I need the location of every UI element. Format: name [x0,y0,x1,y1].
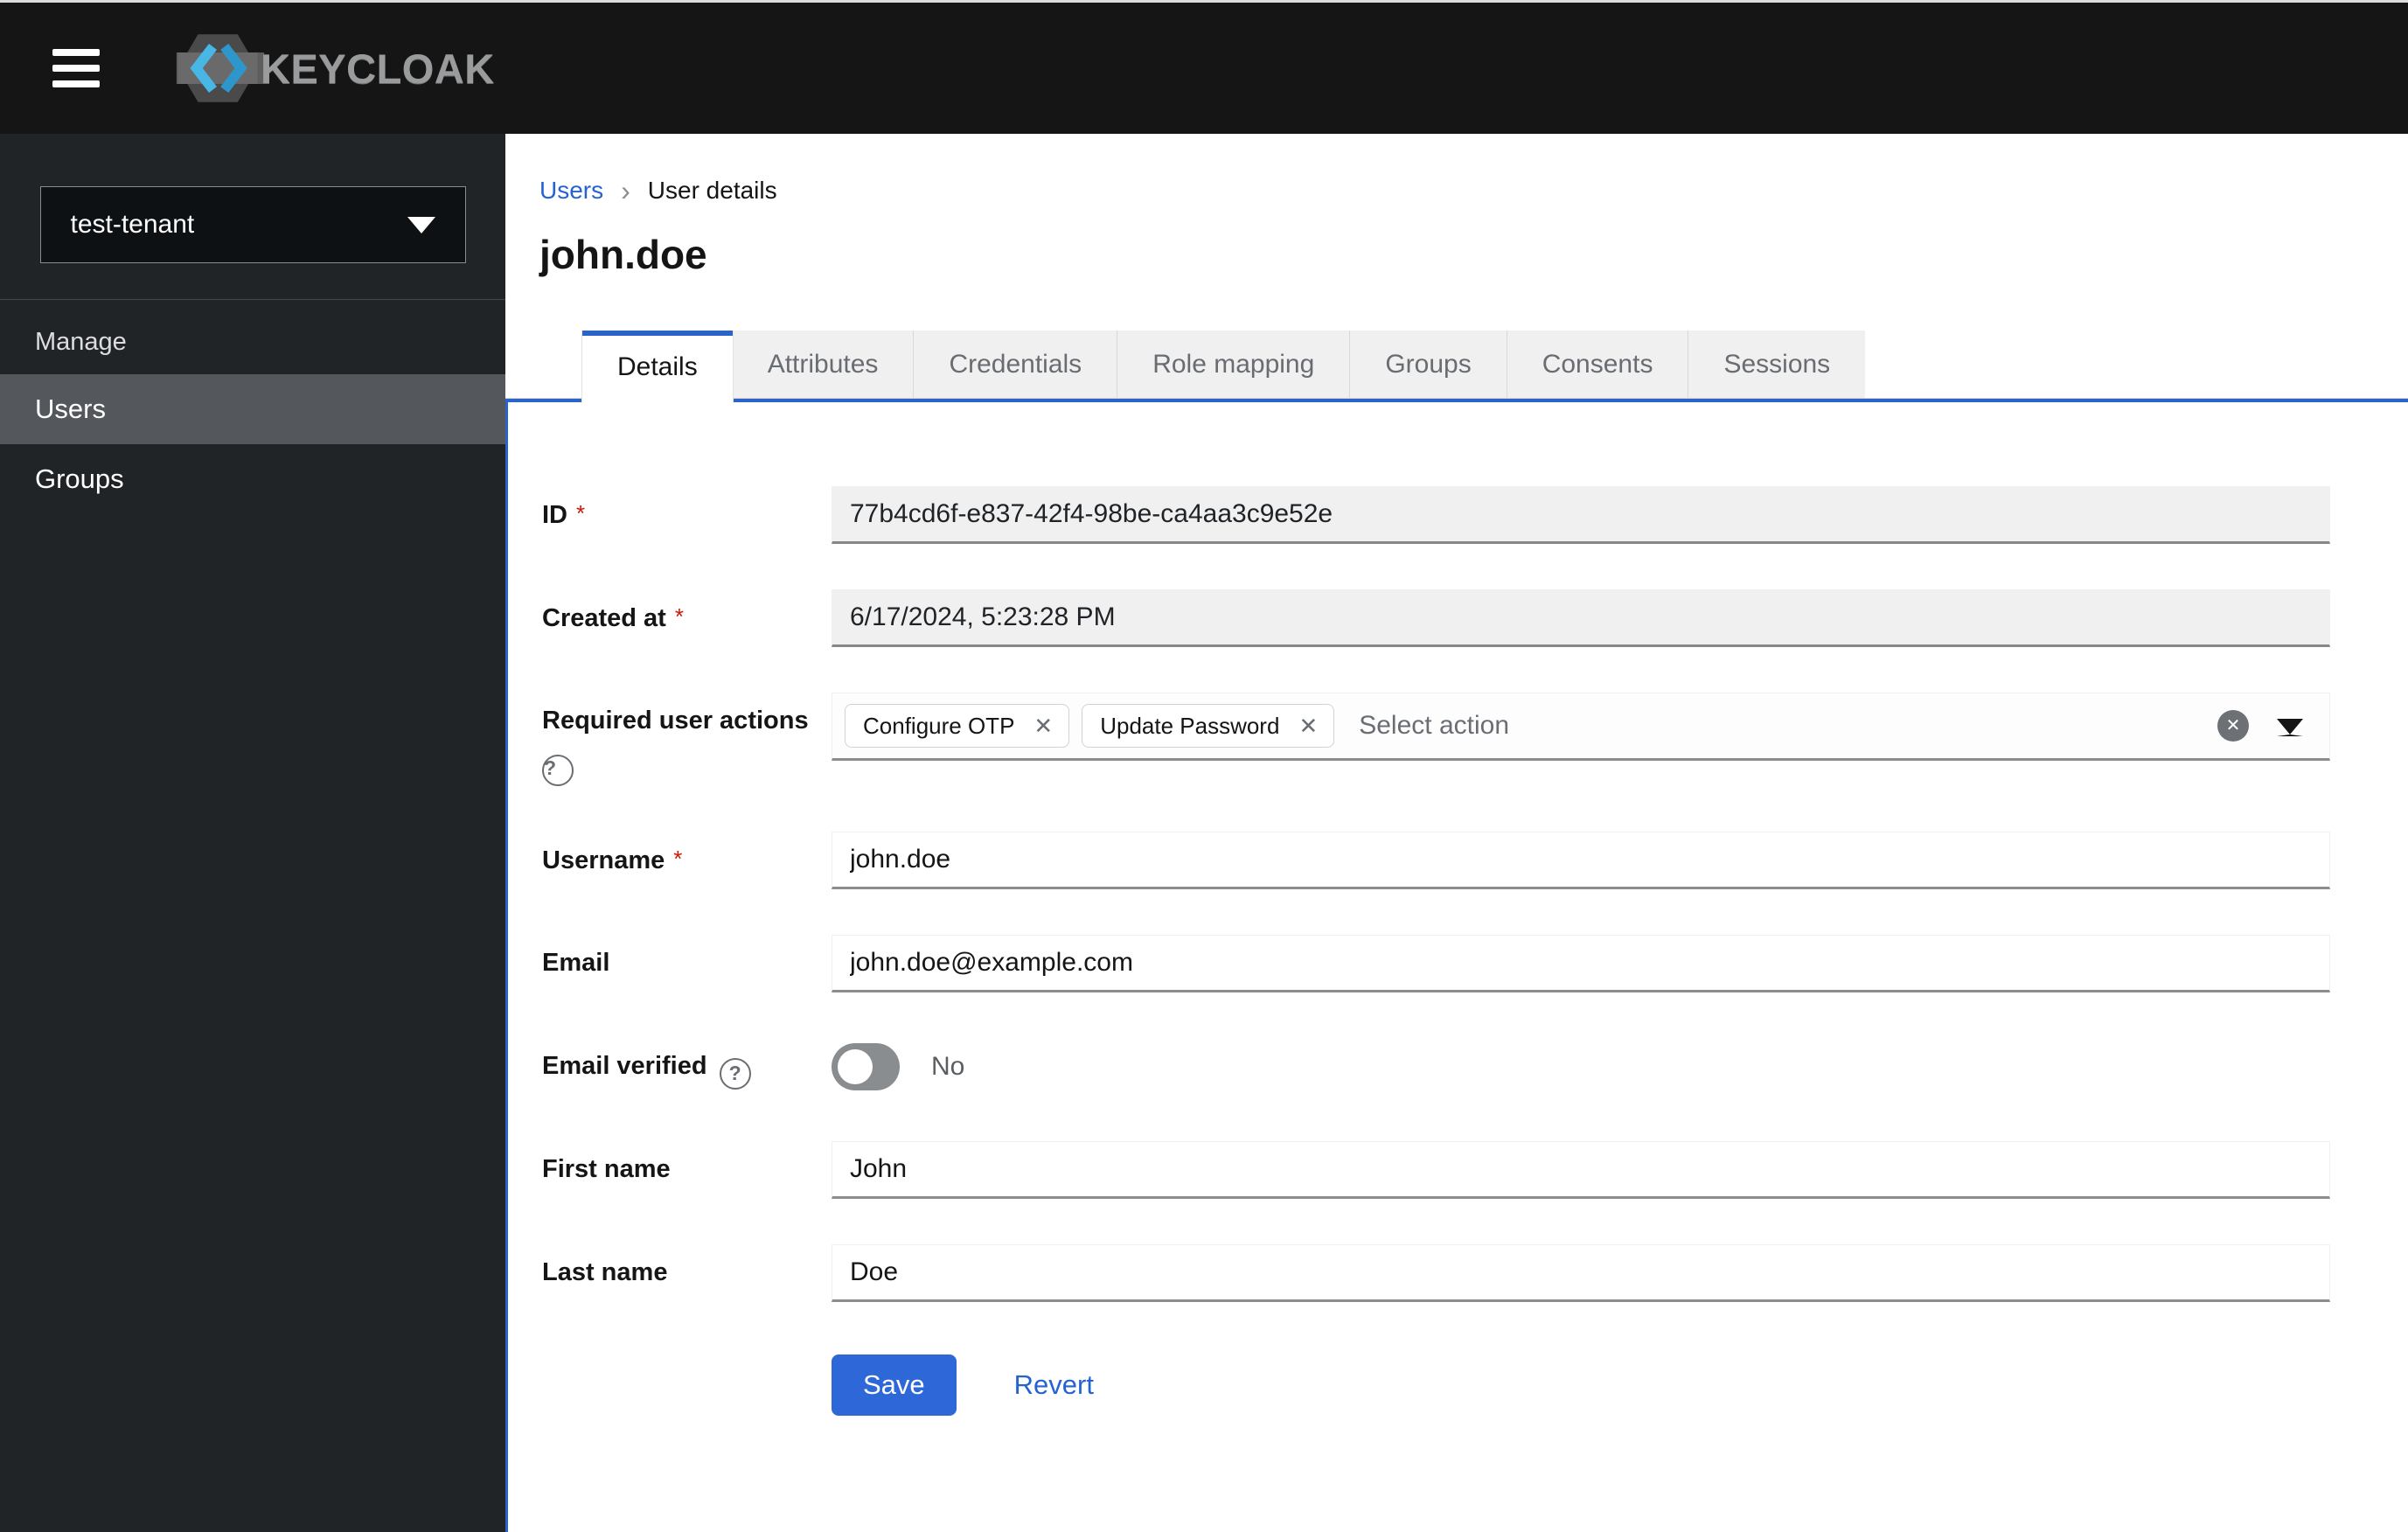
chip-configure-otp: Configure OTP ✕ [845,704,1070,748]
sidebar-nav: Manage Users Groups [0,300,505,514]
help-icon[interactable]: ? [719,1057,751,1090]
required-indicator: * [576,500,586,526]
email-verified-label: Email verified [542,1052,707,1080]
sidebar-item-groups[interactable]: Groups [0,444,505,514]
label-col [542,1378,832,1392]
hamburger-bar [52,49,100,56]
chip-label: Configure OTP [863,712,1015,739]
field-col: Save Revert [832,1354,2330,1416]
form-row-id: ID * [542,486,2330,544]
sidebar-item-label: Groups [35,463,124,494]
field-col: No [832,1038,2330,1096]
realm-name: test-tenant [70,210,195,239]
id-field[interactable] [832,486,2330,544]
realm-selector-dropdown[interactable]: test-tenant [39,186,466,263]
hamburger-bar [52,65,100,72]
dropdown-caret-icon[interactable] [2277,719,2303,736]
sidebar-item-label: Users [35,393,106,424]
last-name-label: Last name [542,1258,668,1286]
form-row-first-name: First name [542,1141,2330,1199]
brand-logo: KEYCLOAK [175,26,495,110]
email-verified-toggle[interactable] [832,1043,900,1090]
clear-selection-icon[interactable]: ✕ [2217,710,2249,742]
field-col [832,486,2330,544]
revert-link[interactable]: Revert [1014,1369,1094,1401]
form-row-required-user-actions: Required user actions ? Configure OTP ✕ … [542,693,2330,786]
tab-consents[interactable]: Consents [1507,331,1689,399]
chip-label: Update Password [1100,712,1280,739]
form-row-created-at: Created at * [542,589,2330,647]
required-indicator: * [674,603,684,630]
form-actions: Save Revert [542,1354,2330,1468]
label-col: ID * [542,486,832,544]
chevron-right-icon: › [621,175,630,206]
tab-credentials[interactable]: Credentials [914,331,1118,399]
tab-attributes[interactable]: Attributes [732,331,915,399]
details-tab-panel: ID * Created at * [505,399,2408,1532]
first-name-label: First name [542,1155,671,1183]
tab-groups[interactable]: Groups [1350,331,1507,399]
form-row-email-verified: Email verified? No [542,1038,2330,1096]
form-row-last-name: Last name [542,1244,2330,1302]
label-col: First name [542,1141,832,1199]
caret-down-icon [407,216,435,233]
chip-remove-icon[interactable]: ✕ [1298,714,1318,737]
form-row-username: Username * [542,832,2330,889]
chip-update-password: Update Password ✕ [1082,704,1335,748]
label-col: Username * [542,832,832,889]
email-field[interactable] [832,935,2330,992]
field-col [832,1244,2330,1302]
field-col [832,935,2330,992]
required-user-actions-multiselect[interactable]: Configure OTP ✕ Update Password ✕ Select… [832,693,2330,761]
last-name-field[interactable] [832,1244,2330,1302]
field-col [832,589,2330,647]
created-at-field[interactable] [832,589,2330,647]
email-label: Email [542,949,610,977]
main-layout: test-tenant Manage Users Groups Users › … [0,134,2408,1532]
field-col [832,1141,2330,1199]
tab-details[interactable]: Details [582,331,733,403]
field-col: Configure OTP ✕ Update Password ✕ Select… [832,693,2330,786]
help-icon[interactable]: ? [542,755,574,786]
required-indicator: * [673,846,683,872]
chip-remove-icon[interactable]: ✕ [1033,714,1053,737]
field-col [832,832,2330,889]
content-area: Users › User details john.doe Details At… [505,134,2408,1532]
required-user-actions-label: Required user actions [542,707,809,735]
label-col: Email [542,935,832,992]
menu-toggle-icon[interactable] [52,49,100,87]
tabs: Details Attributes Credentials Role mapp… [505,331,2408,403]
created-at-label: Created at [542,604,666,632]
tab-sessions[interactable]: Sessions [1688,331,1866,399]
label-col: Email verified? [542,1038,832,1096]
hamburger-bar [52,80,100,87]
keycloak-logo-icon [176,34,265,102]
breadcrumb-link-users[interactable]: Users [539,177,603,205]
label-col: Required user actions ? [542,693,832,786]
first-name-field[interactable] [832,1141,2330,1199]
label-col: Last name [542,1244,832,1302]
form-row-email: Email [542,935,2330,992]
save-button[interactable]: Save [832,1354,957,1416]
masthead: KEYCLOAK [0,3,2408,134]
nav-section-title: Manage [35,328,127,356]
username-label: Username [542,846,665,874]
email-verified-control: No [832,1038,2330,1096]
page-title: john.doe [539,232,707,277]
toggle-state-label: No [931,1052,965,1081]
breadcrumb-current: User details [647,177,777,204]
realm-selector-section: test-tenant [0,134,505,300]
id-label: ID [542,501,567,529]
toggle-knob [838,1049,873,1084]
label-col: Created at * [542,589,832,647]
select-placeholder: Select action [1359,711,1510,740]
sidebar-item-users[interactable]: Users [0,374,505,444]
keycloak-admin-console: KEYCLOAK test-tenant Manage Users Groups [0,0,2408,1532]
tab-role-mapping[interactable]: Role mapping [1117,331,1351,399]
sidebar: test-tenant Manage Users Groups [0,134,505,1532]
brand-name: KEYCLOAK [261,45,495,92]
breadcrumb: Users › User details [539,177,2329,205]
username-field[interactable] [832,832,2330,889]
